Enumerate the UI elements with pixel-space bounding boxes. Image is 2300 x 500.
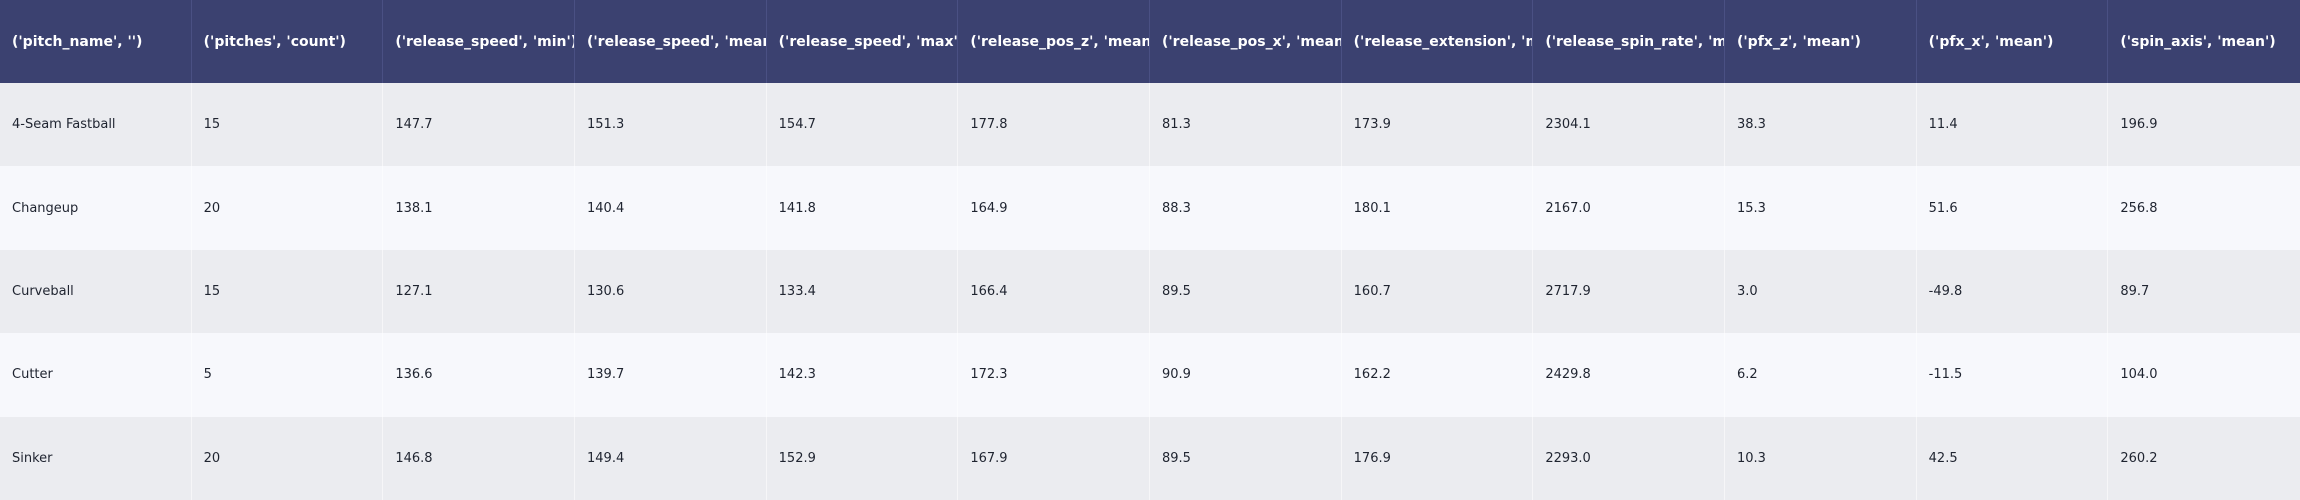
table-cell: 140.4 <box>575 166 767 250</box>
column-header[interactable]: ('spin_axis', 'mean') <box>2108 0 2300 83</box>
table-cell: 2167.0 <box>1533 166 1725 250</box>
table-cell: 133.4 <box>766 249 959 334</box>
table-cell: 2429.8 <box>1533 333 1725 417</box>
column-header[interactable]: ('release_spin_rate', 'mean') <box>1533 0 1725 83</box>
table-cell: 162.2 <box>1341 333 1534 417</box>
table-cell: 90.9 <box>1150 333 1342 417</box>
table-cell: 196.9 <box>2108 83 2300 167</box>
table-cell: 146.8 <box>383 416 575 500</box>
table-cell: 88.3 <box>1150 166 1342 250</box>
table-cell: 149.4 <box>575 416 767 500</box>
table-cell: Changeup <box>0 166 192 250</box>
table-cell: 42.5 <box>1916 416 2109 500</box>
table-cell: 176.9 <box>1341 416 1534 500</box>
column-header[interactable]: ('pfx_z', 'mean') <box>1725 0 1917 83</box>
table-cell: 89.5 <box>1150 249 1342 334</box>
table-cell: -49.8 <box>1916 249 2109 334</box>
table-cell: 127.1 <box>383 249 575 334</box>
table-cell: 173.9 <box>1341 83 1534 167</box>
table-cell: 166.4 <box>958 249 1150 334</box>
table-cell: 3.0 <box>1725 249 1917 334</box>
table-cell: 11.4 <box>1916 83 2109 167</box>
table-cell: 154.7 <box>766 83 959 167</box>
table-cell: 51.6 <box>1916 166 2109 250</box>
table-cell: 20 <box>191 166 384 250</box>
column-header[interactable]: ('pitches', 'count') <box>191 0 384 83</box>
table-cell: 177.8 <box>958 83 1150 167</box>
table-cell: 167.9 <box>958 416 1150 500</box>
table-cell: 138.1 <box>383 166 575 250</box>
table-cell: Curveball <box>0 249 192 334</box>
table-cell: 172.3 <box>958 333 1150 417</box>
column-header[interactable]: ('release_speed', 'max') <box>766 0 959 83</box>
table-cell: -11.5 <box>1916 333 2109 417</box>
table-cell: Cutter <box>0 333 192 417</box>
table-cell: 4-Seam Fastball <box>0 83 192 167</box>
table-cell: 142.3 <box>766 333 959 417</box>
table-cell: 6.2 <box>1725 333 1917 417</box>
column-header[interactable]: ('release_speed', 'mean') <box>575 0 767 83</box>
table-cell: 15 <box>191 83 384 167</box>
table-cell: 2304.1 <box>1533 83 1725 167</box>
table-cell: 152.9 <box>766 416 959 500</box>
table-cell: 89.5 <box>1150 416 1342 500</box>
pitch-summary-table: ('pitch_name', '') ('pitches', 'count') … <box>0 0 2300 500</box>
table-cell: 5 <box>191 333 384 417</box>
column-header[interactable]: ('release_pos_x', 'mean') <box>1150 0 1342 83</box>
table-cell: 38.3 <box>1725 83 1917 167</box>
table-cell: 15 <box>191 249 384 334</box>
table-cell: 139.7 <box>575 333 767 417</box>
table-cell: 180.1 <box>1341 166 1534 250</box>
column-header[interactable]: ('pfx_x', 'mean') <box>1916 0 2109 83</box>
table-cell: 141.8 <box>766 166 959 250</box>
column-header[interactable]: ('pitch_name', '') <box>0 0 192 83</box>
table-cell: 164.9 <box>958 166 1150 250</box>
table-cell: 136.6 <box>383 333 575 417</box>
column-header[interactable]: ('release_pos_z', 'mean') <box>958 0 1150 83</box>
table-cell: 130.6 <box>575 249 767 334</box>
table-cell: 147.7 <box>383 83 575 167</box>
table-cell: Sinker <box>0 416 192 500</box>
table-cell: 256.8 <box>2108 166 2300 250</box>
column-header[interactable]: ('release_extension', 'mean') <box>1341 0 1534 83</box>
table-cell: 2717.9 <box>1533 249 1725 334</box>
table-cell: 2293.0 <box>1533 416 1725 500</box>
table-cell: 10.3 <box>1725 416 1917 500</box>
table-cell: 151.3 <box>575 83 767 167</box>
table-cell: 104.0 <box>2108 333 2300 417</box>
table-cell: 81.3 <box>1150 83 1342 167</box>
table-cell: 89.7 <box>2108 249 2300 334</box>
table-cell: 260.2 <box>2108 416 2300 500</box>
table-cell: 15.3 <box>1725 166 1917 250</box>
table-cell: 160.7 <box>1341 249 1534 334</box>
table-cell: 20 <box>191 416 384 500</box>
column-header[interactable]: ('release_speed', 'min') <box>383 0 575 83</box>
